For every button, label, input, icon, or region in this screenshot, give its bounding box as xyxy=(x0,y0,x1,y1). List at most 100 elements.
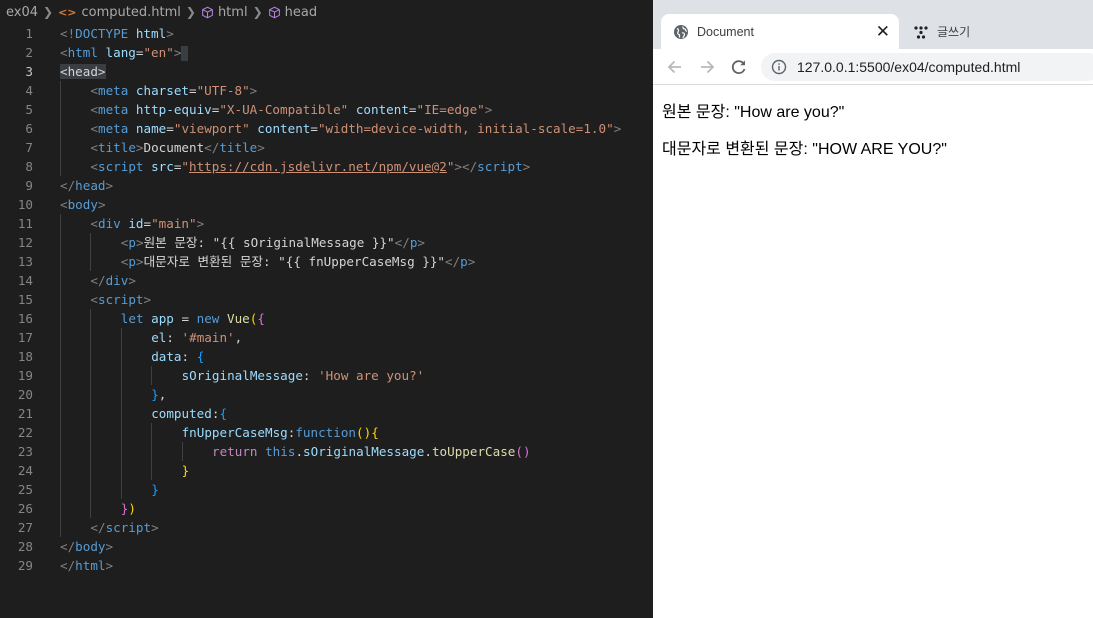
code-line[interactable]: 24} xyxy=(0,461,653,480)
code-text: }, xyxy=(151,385,166,404)
code-line[interactable]: 9 </head> xyxy=(0,176,653,195)
code-text: <meta charset="UTF-8"> xyxy=(90,81,257,100)
code-token: { xyxy=(196,349,205,364)
code-line[interactable]: 19 sOriginalMessage: 'How are you?' xyxy=(0,366,653,385)
tab-strip: Document ✕ 글쓰기 xyxy=(653,0,1093,49)
code-token: > xyxy=(105,539,114,554)
code-line[interactable]: 20}, xyxy=(0,385,653,404)
code-line[interactable]: 3 <head> xyxy=(0,62,653,81)
tab-label: Document xyxy=(697,24,754,39)
code-editor[interactable]: ex04 ❯ <> computed.html ❯ html ❯ head 1 <… xyxy=(0,0,653,618)
line-number: 8 xyxy=(25,159,33,174)
info-icon[interactable] xyxy=(771,59,787,75)
code-line[interactable]: 28 </body> xyxy=(0,537,653,556)
code-token: function xyxy=(295,425,357,440)
code-token: "UTF-8" xyxy=(196,83,250,98)
code-line[interactable]: 17 el: '#main', xyxy=(0,328,653,347)
code-line[interactable]: 14 </div> xyxy=(0,271,653,290)
code-line[interactable]: 15 <script> xyxy=(0,290,653,309)
forward-arrow-icon[interactable] xyxy=(697,57,717,77)
code-text: data: { xyxy=(151,347,204,366)
code-line[interactable]: 21 computed:{ xyxy=(0,404,653,423)
code-text: <body> xyxy=(60,195,106,214)
indent-guide xyxy=(90,252,92,271)
code-line[interactable]: 26}) xyxy=(0,499,653,518)
code-token: id xyxy=(128,216,144,231)
code-text: <div id="main"> xyxy=(90,214,204,233)
code-line[interactable]: 1 <!DOCTYPE html> xyxy=(0,24,653,43)
indent-guide xyxy=(60,252,61,271)
back-arrow-icon[interactable] xyxy=(665,57,685,77)
indent-guide xyxy=(90,309,92,328)
code-line[interactable]: 23 return this.sOriginalMessage.toUpperCa… xyxy=(0,442,653,461)
code-line[interactable]: 22 fnUpperCaseMsg:function(){ xyxy=(0,423,653,442)
code-token: < xyxy=(90,140,98,155)
breadcrumb-head[interactable]: head xyxy=(268,5,317,20)
code-line[interactable]: 4 <meta charset="UTF-8"> xyxy=(0,81,653,100)
code-token: p xyxy=(460,254,468,269)
code-token: el xyxy=(151,330,167,345)
code-token: computed xyxy=(151,406,212,421)
code-token: head xyxy=(75,178,106,193)
indent-guide xyxy=(90,328,92,347)
code-line[interactable]: 18 data: { xyxy=(0,347,653,366)
code-token: > xyxy=(135,235,144,250)
code-line[interactable]: 2 <html lang="en"> xyxy=(0,43,653,62)
indent-guide xyxy=(90,347,92,366)
indent-guide xyxy=(151,366,153,385)
close-icon[interactable]: ✕ xyxy=(876,23,890,40)
code-token: this xyxy=(265,444,296,459)
code-line[interactable]: 11 <div id="main"> xyxy=(0,214,653,233)
code-token: < xyxy=(90,216,98,231)
indent-guide xyxy=(120,480,122,499)
code-token: > xyxy=(97,197,106,212)
indent-guide xyxy=(90,366,92,385)
code-area[interactable]: 1 <!DOCTYPE html> 2 <html lang="en"> 3 <head>… xyxy=(0,24,653,575)
code-text: <script src="https://cdn.jsdelivr.net/np… xyxy=(90,157,530,176)
code-token: { xyxy=(257,311,265,326)
breadcrumb-file[interactable]: <> computed.html xyxy=(58,5,181,20)
code-token: } xyxy=(151,387,159,402)
code-token: src xyxy=(151,159,174,174)
tab-write[interactable]: 글쓰기 xyxy=(907,14,1093,49)
indent-guide xyxy=(60,366,61,385)
browser-window: Document ✕ 글쓰기 127.0.0.1:5500/ex04/compu… xyxy=(653,0,1093,618)
code-token: p xyxy=(128,235,136,250)
line-number: 28 xyxy=(17,539,33,554)
code-token: > xyxy=(105,558,114,573)
indent-guide xyxy=(120,423,122,442)
code-token: { xyxy=(219,406,228,421)
code-token: : xyxy=(302,368,319,383)
code-line[interactable]: 29 </html> xyxy=(0,556,653,575)
code-line[interactable]: 13 <p>대문자로 변환된 문장: "{{ fnUpperCaseMsg }}"… xyxy=(0,252,653,271)
code-line[interactable]: 6 <meta name="viewport" content="width=de… xyxy=(0,119,653,138)
code-line[interactable]: 5 <meta http-equiv = "X-UA-Compatible" cont… xyxy=(0,100,653,119)
code-text: fnUpperCaseMsg:function(){ xyxy=(182,423,379,442)
code-text: <script> xyxy=(90,290,151,309)
reload-icon[interactable] xyxy=(729,57,749,77)
code-line[interactable]: 7 <title>Document</title> xyxy=(0,138,653,157)
line-number: 7 xyxy=(25,140,33,155)
code-line[interactable]: 25} xyxy=(0,480,653,499)
address-bar[interactable]: 127.0.0.1:5500/ex04/computed.html xyxy=(761,53,1093,81)
code-line[interactable]: 16 let app = new Vue({ xyxy=(0,309,653,328)
code-token: > xyxy=(173,45,182,60)
tab-document[interactable]: Document ✕ xyxy=(661,14,899,49)
code-text: sOriginalMessage: 'How are you?' xyxy=(182,366,425,385)
code-text: </html> xyxy=(60,556,113,575)
code-line[interactable]: 8 <script src="https://cdn.jsdelivr.net/n… xyxy=(0,157,653,176)
indent-guide xyxy=(60,290,61,309)
breadcrumb-html[interactable]: html xyxy=(201,5,248,20)
breadcrumb-folder[interactable]: ex04 xyxy=(6,5,38,20)
code-token: </ xyxy=(60,539,76,554)
code-line[interactable]: 27 </script> xyxy=(0,518,653,537)
code-token: </ xyxy=(394,235,410,250)
code-token: , xyxy=(158,387,167,402)
indent-guide xyxy=(60,271,61,290)
code-line[interactable]: 10 <body> xyxy=(0,195,653,214)
code-line[interactable]: 12 <p>원본 문장: "{{ sOriginalMessage }}"</p> xyxy=(0,233,653,252)
